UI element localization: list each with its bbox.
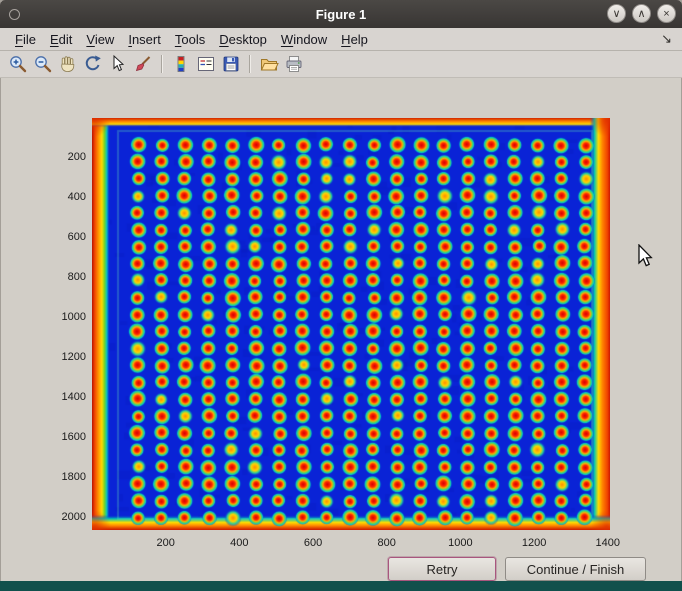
menu-bar: FileEditViewInsertToolsDesktopWindowHelp… [0, 28, 682, 51]
x-tick-label: 600 [291, 537, 335, 549]
window-controls: ∨ ∧ × [607, 4, 676, 23]
data-cursor-button[interactable] [106, 52, 130, 76]
insert-legend-button[interactable] [194, 52, 218, 76]
y-tick-label: 1200 [50, 351, 86, 363]
x-tick-label: 800 [365, 537, 409, 549]
y-tick-label: 1400 [50, 391, 86, 403]
x-tick-label: 400 [217, 537, 261, 549]
y-tick-label: 200 [50, 151, 86, 163]
print-icon [284, 54, 304, 74]
zoom-out-icon [33, 54, 53, 74]
insert-legend-icon [196, 54, 216, 74]
window-menu-icon[interactable] [9, 9, 20, 20]
toolbar-separator [249, 55, 251, 73]
pan-icon [58, 54, 78, 74]
close-button[interactable]: × [657, 4, 676, 23]
brush-button[interactable] [131, 52, 155, 76]
menu-help[interactable]: Help [334, 30, 375, 49]
y-tick-label: 1000 [50, 311, 86, 323]
save-icon [221, 54, 241, 74]
print-button[interactable] [282, 52, 306, 76]
zoom-out-button[interactable] [31, 52, 55, 76]
y-tick-label: 800 [50, 271, 86, 283]
y-tick-label: 1800 [50, 471, 86, 483]
menu-view[interactable]: View [79, 30, 121, 49]
toolbar [0, 51, 682, 78]
toolbar-separator [161, 55, 163, 73]
x-tick-label: 1000 [438, 537, 482, 549]
menu-items: FileEditViewInsertToolsDesktopWindowHelp [8, 30, 375, 49]
minimize-button[interactable]: ∨ [607, 4, 626, 23]
zoom-in-button[interactable] [6, 52, 30, 76]
menu-tools[interactable]: Tools [168, 30, 212, 49]
brush-icon [133, 54, 153, 74]
maximize-button[interactable]: ∧ [632, 4, 651, 23]
menu-window[interactable]: Window [274, 30, 334, 49]
insert-colorbar-icon [171, 54, 191, 74]
y-tick-label: 1600 [50, 431, 86, 443]
dock-figure-icon[interactable]: ↘ [661, 31, 672, 47]
menu-desktop[interactable]: Desktop [212, 30, 274, 49]
x-tick-label: 200 [144, 537, 188, 549]
retry-button[interactable]: Retry [388, 557, 496, 581]
x-tick-label: 1400 [586, 537, 630, 549]
window-title: Figure 1 [0, 7, 682, 22]
open-button[interactable] [257, 52, 281, 76]
pan-button[interactable] [56, 52, 80, 76]
insert-colorbar-button[interactable] [169, 52, 193, 76]
x-tick-label: 1200 [512, 537, 556, 549]
menu-file[interactable]: File [8, 30, 43, 49]
menu-edit[interactable]: Edit [43, 30, 79, 49]
title-bar[interactable]: Figure 1 ∨ ∧ × [0, 0, 682, 28]
menu-insert[interactable]: Insert [121, 30, 168, 49]
y-tick-label: 400 [50, 191, 86, 203]
y-tick-label: 600 [50, 231, 86, 243]
data-cursor-icon [108, 54, 128, 74]
save-button[interactable] [219, 52, 243, 76]
y-tick-label: 2000 [50, 511, 86, 523]
open-icon [259, 54, 279, 74]
mouse-cursor [636, 244, 653, 268]
continue-finish-button[interactable]: Continue / Finish [505, 557, 646, 581]
rotate-3d-icon [83, 54, 103, 74]
zoom-in-icon [8, 54, 28, 74]
rotate-3d-button[interactable] [81, 52, 105, 76]
image-plot[interactable] [92, 118, 610, 530]
figure-window: Figure 1 ∨ ∧ × FileEditViewInsertToolsDe… [0, 0, 682, 591]
window-bottom-strip [0, 581, 682, 591]
